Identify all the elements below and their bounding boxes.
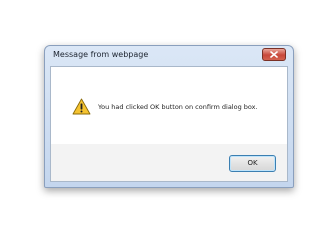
dialog-title: Message from webpage [53, 50, 149, 59]
message-dialog: Message from webpage You had clicked OK … [44, 45, 294, 188]
message-area: You had clicked OK button on confirm dia… [51, 67, 287, 144]
dialog-body: You had clicked OK button on confirm dia… [50, 66, 288, 182]
ok-button[interactable]: OK [229, 155, 276, 172]
close-icon [270, 51, 278, 58]
warning-icon [72, 98, 91, 115]
close-button[interactable] [262, 48, 286, 61]
dialog-titlebar[interactable]: Message from webpage [45, 46, 293, 66]
dialog-message: You had clicked OK button on confirm dia… [98, 103, 258, 111]
